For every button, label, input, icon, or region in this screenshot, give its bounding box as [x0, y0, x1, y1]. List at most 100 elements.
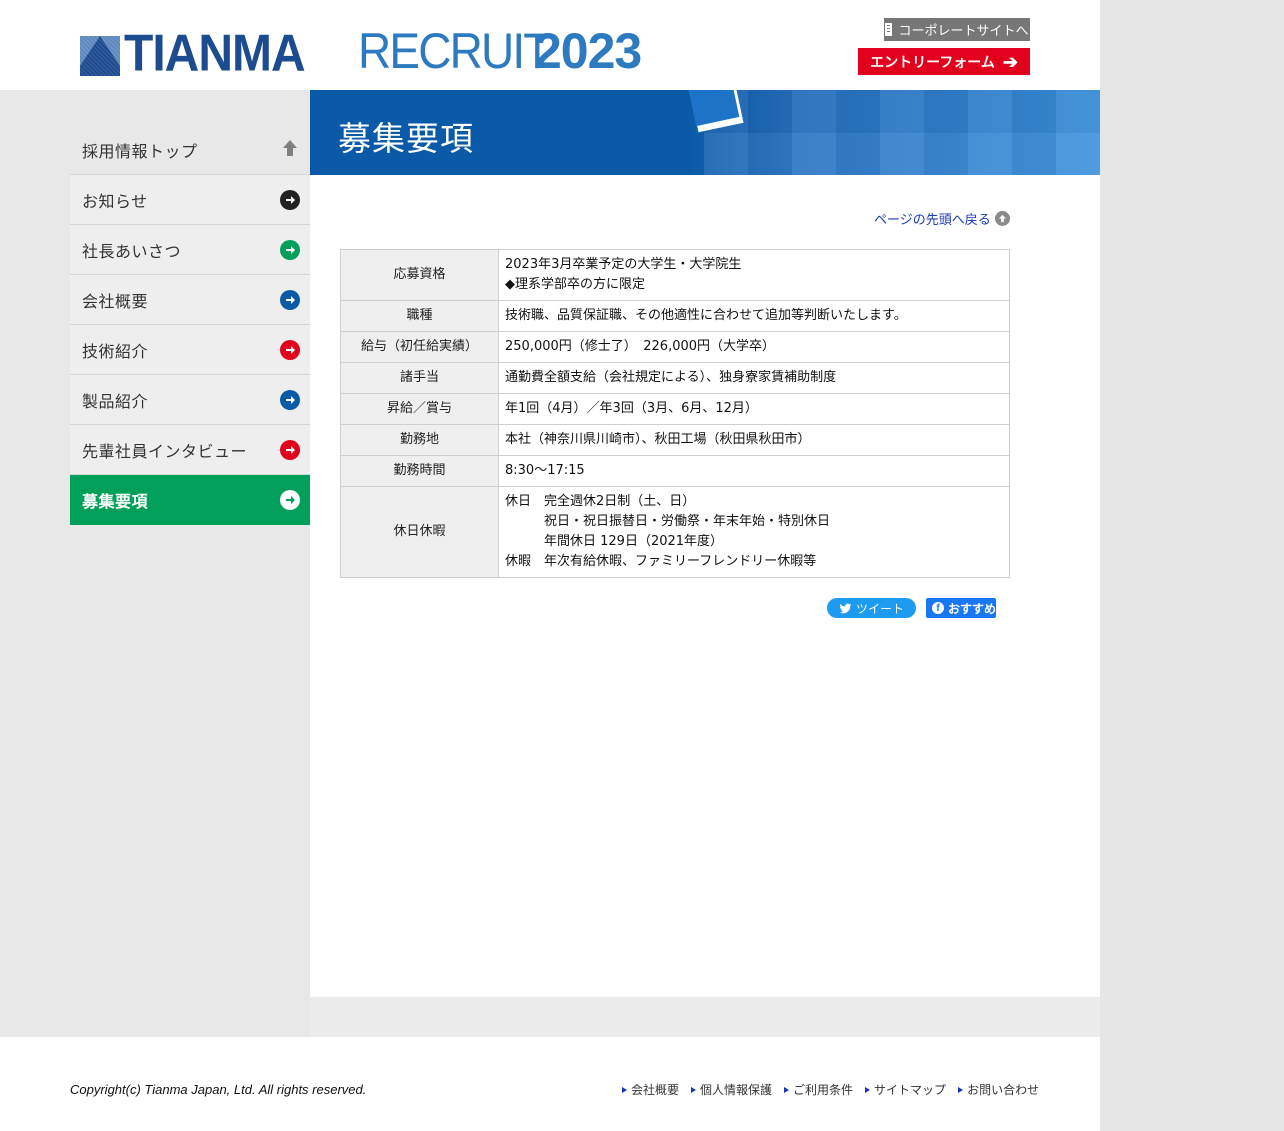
footer-link-company[interactable]: 会社概要	[622, 1081, 679, 1098]
sidebar-item-label: 技術紹介	[82, 341, 149, 361]
row-value: 250,000円（修士了） 226,000円（大学卒）	[498, 331, 1010, 363]
corporate-site-button[interactable]: コーポレートサイトへ	[884, 18, 1030, 41]
footer-link-contact[interactable]: お問い合わせ	[958, 1081, 1039, 1098]
sidebar-item-recruit-top[interactable]: 採用情報トップ	[70, 125, 310, 175]
recruit-word: RECRUIT	[358, 23, 551, 79]
sidebar-item-company-overview[interactable]: 会社概要	[70, 275, 310, 325]
entry-form-label: エントリーフォーム	[870, 53, 995, 70]
building-icon	[885, 23, 893, 36]
footer-link-privacy[interactable]: 個人情報保護	[691, 1081, 772, 1098]
sidebar-item-president-message[interactable]: 社長あいさつ	[70, 225, 310, 275]
tweet-label: ツイート	[855, 601, 904, 616]
footer-link-sitemap[interactable]: サイトマップ	[865, 1081, 946, 1098]
table-row: 給与（初任給実績） 250,000円（修士了） 226,000円（大学卒）	[340, 331, 1010, 363]
row-header: 諸手当	[340, 362, 499, 394]
triangle-bullet-icon	[784, 1086, 790, 1093]
row-value: 休日 完全週休2日制（土、日） 祝日・祝日振替日・労働祭・年末年始・特別休日 年…	[498, 486, 1010, 578]
arrow-up-icon	[280, 138, 300, 162]
row-header: 昇給／賞与	[340, 393, 499, 425]
arrow-right-circle-icon	[280, 189, 300, 210]
value-line: 休暇 年次有給休暇、ファミリーフレンドリー休暇等	[505, 554, 817, 569]
footer-link-label: 個人情報保護	[700, 1083, 773, 1097]
row-value: 年1回（4月）／年3回（3月、6月、12月）	[498, 393, 1010, 425]
tweet-button[interactable]: ツイート	[827, 598, 916, 618]
back-to-top-label: ページの先頭へ戻る	[874, 213, 991, 228]
sidebar-item-label: 会社概要	[82, 291, 149, 311]
corporate-site-label: コーポレートサイトへ	[898, 23, 1029, 38]
footer-link-terms[interactable]: ご利用条件	[784, 1081, 853, 1098]
site-header: TIANMA RECRUIT 2023 コーポレートサイトへ エントリーフォーム…	[0, 0, 1100, 90]
sidebar-item-products[interactable]: 製品紹介	[70, 375, 310, 425]
page-banner: 募集要項	[310, 90, 1100, 175]
triangle-bullet-icon	[865, 1086, 871, 1093]
sidebar-item-label: お知らせ	[82, 191, 148, 211]
arrow-right-circle-icon	[280, 239, 300, 260]
tianma-logo[interactable]: TIANMA	[80, 25, 306, 83]
copyright: Copyright(c) Tianma Japan, Ltd. All righ…	[70, 1082, 367, 1097]
sidebar-item-technology[interactable]: 技術紹介	[70, 325, 310, 375]
row-header: 応募資格	[340, 249, 499, 301]
arrow-right-circle-icon	[280, 389, 300, 410]
row-value: 8:30～17:15	[498, 455, 1010, 487]
sidebar-item-label: 募集要項	[82, 491, 149, 511]
table-row: 応募資格 2023年3月卒業予定の大学生・大学院生 ◆理系学部卒の方に限定	[340, 249, 1010, 301]
triangle-bullet-icon	[958, 1086, 964, 1093]
page-title: 募集要項	[338, 119, 474, 158]
row-value: 技術職、品質保証職、その他適性に合わせて追加等判断いたします。	[498, 300, 1010, 332]
banner-tiles	[704, 90, 1100, 175]
tianma-logo-mark	[80, 36, 120, 76]
logo-text: TIANMA	[124, 25, 306, 83]
sidebar-item-label: 先輩社員インタビュー	[82, 441, 248, 461]
row-value: 本社（神奈川県川崎市）、秋田工場（秋田県秋田市）	[498, 424, 1010, 456]
table-row: 諸手当 通勤費全額支給（会社規定による）、独身寮家賃補助制度	[340, 362, 1010, 394]
arrow-right-circle-icon	[280, 339, 300, 360]
site-footer: Copyright(c) Tianma Japan, Ltd. All righ…	[0, 1037, 1100, 1131]
arrow-right-icon: ➔	[1002, 51, 1018, 72]
table-row: 昇給／賞与 年1回（4月）／年3回（3月、6月、12月）	[340, 393, 1010, 425]
right-background	[1100, 0, 1284, 1131]
value-line: ◆理系学部卒の方に限定	[505, 277, 645, 292]
footer-link-label: サイトマップ	[874, 1083, 947, 1097]
facebook-recommend-button[interactable]: f おすすめ	[926, 598, 996, 618]
sidebar-item-label: 製品紹介	[82, 391, 149, 411]
sidebar-item-news[interactable]: お知らせ	[70, 175, 310, 225]
row-header: 職種	[340, 300, 499, 332]
sidebar-item-label: 採用情報トップ	[82, 141, 198, 161]
row-header: 休日休暇	[340, 486, 499, 578]
value-line: 2023年3月卒業予定の大学生・大学院生	[505, 257, 742, 272]
entry-form-button[interactable]: エントリーフォーム ➔	[858, 48, 1030, 75]
footer-links: 会社概要 個人情報保護 ご利用条件 サイトマップ お問い合わせ	[622, 1081, 1039, 1098]
sidebar-item-label: 社長あいさつ	[82, 241, 182, 261]
value-line: 祝日・祝日振替日・労働祭・年末年始・特別休日	[544, 514, 831, 529]
social-buttons: ツイート f おすすめ	[827, 598, 996, 618]
back-to-top-link[interactable]: ページの先頭へ戻る	[874, 209, 1010, 228]
sidebar-item-interview[interactable]: 先輩社員インタビュー	[70, 425, 310, 475]
value-line: 休日 完全週休2日制（土、日）	[505, 494, 696, 509]
facebook-label: おすすめ	[947, 601, 996, 616]
main-content: ページの先頭へ戻る 応募資格 2023年3月卒業予定の大学生・大学院生 ◆理系学…	[310, 175, 1030, 997]
footer-link-label: ご利用条件	[793, 1083, 854, 1097]
triangle-bullet-icon	[622, 1086, 627, 1093]
arrow-right-circle-icon	[280, 289, 300, 310]
sidebar-nav: 採用情報トップ お知らせ 社長あいさつ 会社概要 技術紹介 製品紹介 先輩社員イ…	[70, 125, 310, 525]
arrow-right-circle-icon	[280, 439, 300, 460]
triangle-bullet-icon	[691, 1086, 697, 1093]
table-row: 勤務時間 8:30～17:15	[340, 455, 1010, 487]
row-header: 給与（初任給実績）	[340, 331, 499, 363]
requirements-table: 応募資格 2023年3月卒業予定の大学生・大学院生 ◆理系学部卒の方に限定 職種…	[340, 249, 1010, 578]
row-value: 2023年3月卒業予定の大学生・大学院生 ◆理系学部卒の方に限定	[498, 249, 1010, 301]
facebook-icon: f	[932, 602, 944, 614]
sidebar-item-requirements[interactable]: 募集要項	[70, 475, 310, 525]
recruit-year: 2023	[534, 23, 642, 79]
table-row: 勤務地 本社（神奈川県川崎市）、秋田工場（秋田県秋田市）	[340, 424, 1010, 456]
table-row: 職種 技術職、品質保証職、その他適性に合わせて追加等判断いたします。	[340, 300, 1010, 332]
arrow-right-circle-icon	[280, 489, 300, 510]
footer-link-label: お問い合わせ	[967, 1083, 1040, 1097]
value-line: 年間休日 129日（2021年度）	[544, 534, 724, 549]
arrow-up-circle-icon	[994, 211, 1010, 226]
row-header: 勤務地	[340, 424, 499, 456]
content-bottom-background	[310, 997, 1100, 1037]
twitter-bird-icon	[839, 603, 852, 613]
table-row: 休日休暇 休日 完全週休2日制（土、日） 祝日・祝日振替日・労働祭・年末年始・特…	[340, 486, 1010, 578]
footer-link-label: 会社概要	[631, 1083, 680, 1097]
